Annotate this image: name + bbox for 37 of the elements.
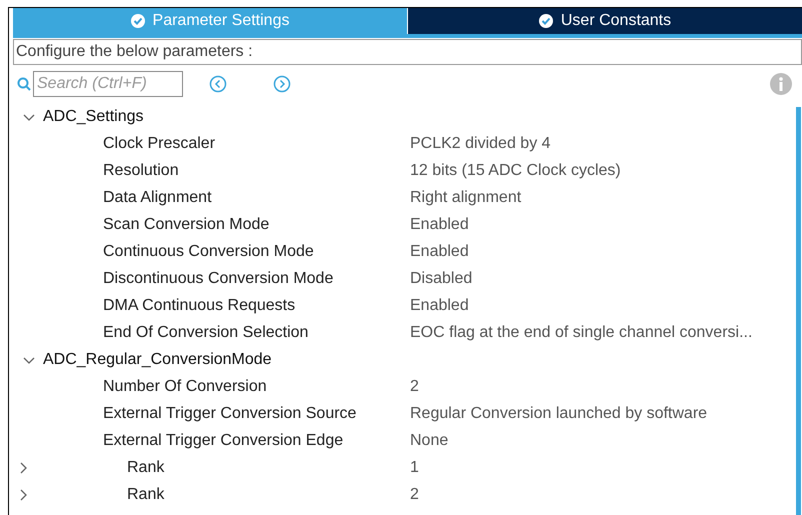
parameter-value[interactable]: Regular Conversion launched by software — [410, 402, 708, 426]
group-label: ADC_Settings — [43, 106, 144, 126]
parameter-label: Data Alignment — [103, 188, 213, 208]
check-circle-icon — [538, 14, 553, 28]
parameter-label: Discontinuous Conversion Mode — [103, 268, 334, 288]
parameter-label: External Trigger Conversion Source — [103, 404, 358, 424]
scrollbar[interactable] — [796, 107, 801, 515]
parameter-value[interactable]: Disabled — [410, 266, 472, 290]
parameter-value[interactable]: 2 — [410, 482, 419, 506]
tab[interactable]: User Constants — [408, 8, 802, 34]
group-label: ADC_Regular_ConversionMode — [43, 350, 272, 370]
parameter-value[interactable]: 2 — [410, 374, 419, 398]
parameter-value[interactable]: EOC flag at the end of single channel conversi... — [410, 320, 752, 344]
parameter-label: Scan Conversion Mode — [103, 214, 270, 234]
parameter-label: Resolution — [103, 160, 180, 180]
parameter-label: End Of Conversion Selection — [103, 322, 310, 342]
check-circle-icon — [130, 14, 145, 28]
parameter-value[interactable]: Enabled — [410, 212, 469, 236]
parameter-label: Rank — [127, 484, 166, 504]
parameter-label: Clock Prescaler — [103, 134, 216, 154]
parameter-value[interactable]: Enabled — [410, 294, 469, 318]
parameter-value[interactable]: 12 bits (15 ADC Clock cycles) — [410, 158, 621, 182]
parameter-label: Continuous Conversion Mode — [103, 242, 315, 262]
parameter-label: Number Of Conversion — [103, 376, 268, 396]
parameter-value[interactable]: 1 — [410, 456, 419, 480]
parameter-value[interactable]: Right alignment — [410, 186, 522, 210]
search-icon — [17, 77, 31, 91]
parameter-value[interactable]: PCLK2 divided by 4 — [410, 132, 551, 156]
parameter-value[interactable]: None — [410, 428, 448, 452]
parameter-label: External Trigger Conversion Edge — [103, 430, 344, 450]
next-icon[interactable] — [273, 75, 291, 93]
parameter-label: DMA Continuous Requests — [103, 296, 296, 316]
description-field: Configure the below parameters : — [13, 39, 802, 65]
search-field[interactable]: Search (Ctrl+F) — [33, 71, 183, 97]
previous-icon[interactable] — [209, 75, 227, 93]
parameter-label: Rank — [127, 458, 166, 478]
parameter-value[interactable]: Enabled — [410, 240, 469, 264]
